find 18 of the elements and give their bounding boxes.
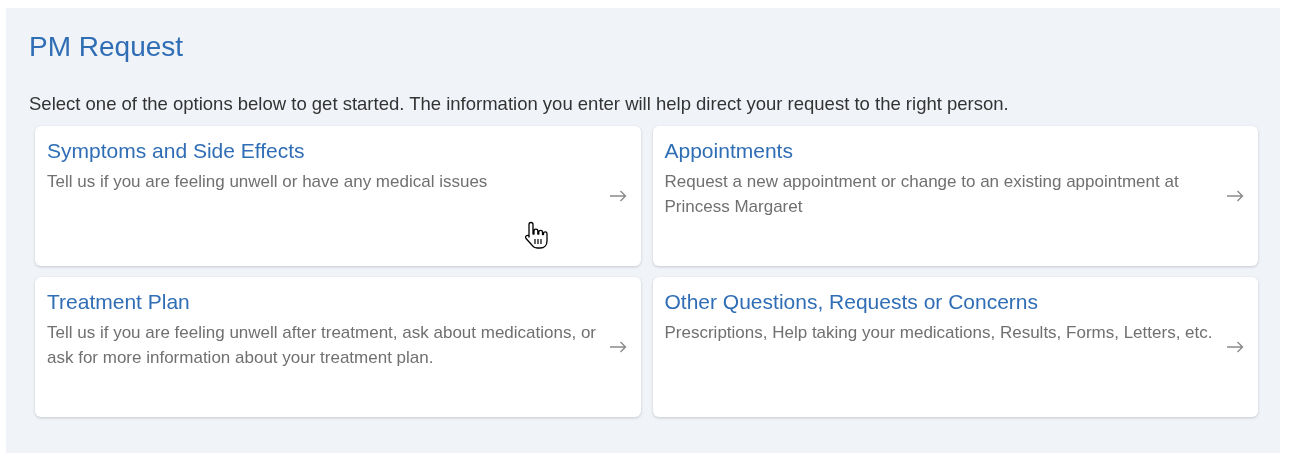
option-card[interactable]: Symptoms and Side Effects Tell us if you are feeling unwell or have any medical issues	[35, 125, 641, 266]
option-description: Request a new appointment or change to an existing appointment at Princess Margaret	[664, 170, 1180, 219]
arrow-right-icon	[1226, 189, 1244, 202]
option-title: Symptoms and Side Effects	[47, 137, 306, 163]
arrow-right-icon	[608, 189, 627, 202]
option-card[interactable]: Other Questions, Requests or Concerns Prescriptions, Help taking your medications, Results, Forms, Letters, etc.	[652, 276, 1258, 417]
option-description: Tell us if you are feeling unwell after treatment, ask about medications, or ask for more information about your treatment plan.	[47, 321, 597, 370]
option-card[interactable]: Appointments Request a new appointment or change to an existing appointment at Princess Margaret	[652, 125, 1258, 266]
option-description: Tell us if you are feeling unwell or have any medical issues	[47, 170, 489, 193]
option-title: Other Questions, Requests or Concerns	[664, 288, 1039, 314]
option-description: Prescriptions, Help taking your medications, Results, Forms, Letters, etc.	[664, 321, 1214, 344]
option-title: Treatment Plan	[47, 288, 191, 314]
option-card[interactable]: Treatment Plan Tell us if you are feeling unwell after treatment, ask about medications, or ask for more information about your treatment plan.	[35, 276, 641, 417]
intro-text: Select one of the options below to get started. The information you enter will help direct your request to the right person.	[29, 91, 1010, 116]
arrow-right-icon	[1226, 340, 1244, 353]
page-title: PM Request	[29, 30, 185, 64]
option-title: Appointments	[664, 137, 794, 163]
arrow-right-icon	[608, 340, 627, 353]
